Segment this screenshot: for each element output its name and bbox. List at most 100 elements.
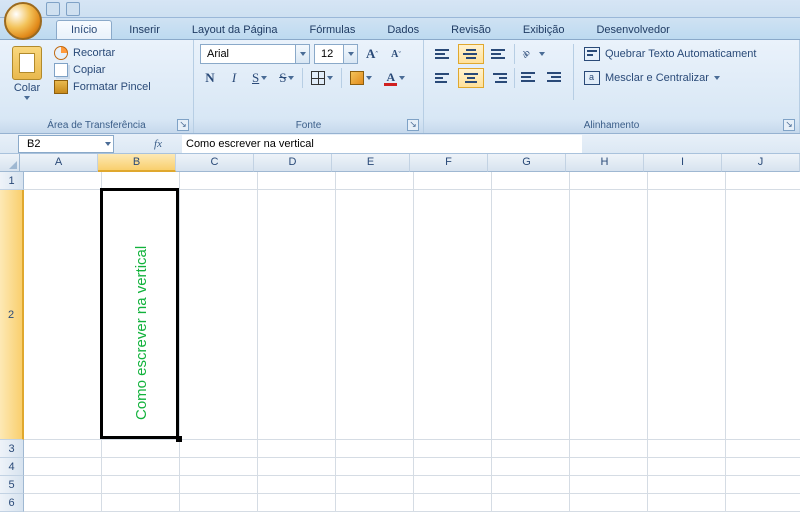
cell[interactable] xyxy=(24,190,102,440)
cell[interactable] xyxy=(258,476,336,494)
cell[interactable] xyxy=(336,172,414,190)
cell[interactable] xyxy=(492,494,570,512)
tab-layout-da-p-gina[interactable]: Layout da Página xyxy=(177,20,293,39)
column-header[interactable]: E xyxy=(332,154,410,172)
cell[interactable] xyxy=(414,190,492,440)
cell[interactable] xyxy=(648,476,726,494)
cell[interactable] xyxy=(258,458,336,476)
cell[interactable] xyxy=(180,476,258,494)
row-header[interactable]: 6 xyxy=(0,494,24,512)
shrink-font-button[interactable]: Aˇ xyxy=(386,44,406,64)
underline-button[interactable]: S xyxy=(248,68,271,88)
align-right-button[interactable] xyxy=(486,68,512,88)
cell[interactable] xyxy=(648,172,726,190)
font-color-button[interactable]: A xyxy=(380,68,409,88)
cell[interactable] xyxy=(492,172,570,190)
column-header[interactable]: G xyxy=(488,154,566,172)
align-top-button[interactable] xyxy=(430,44,456,64)
clipboard-launcher[interactable]: ↘ xyxy=(177,119,189,131)
increase-indent-button[interactable] xyxy=(543,68,567,88)
cell[interactable] xyxy=(492,190,570,440)
fill-color-button[interactable] xyxy=(346,68,376,88)
cell[interactable] xyxy=(570,172,648,190)
cell[interactable] xyxy=(570,458,648,476)
cell[interactable] xyxy=(648,440,726,458)
cell[interactable] xyxy=(336,190,414,440)
cell[interactable] xyxy=(258,440,336,458)
cell[interactable] xyxy=(336,494,414,512)
cell[interactable] xyxy=(414,494,492,512)
cell[interactable] xyxy=(570,494,648,512)
paste-button[interactable]: Colar xyxy=(6,44,48,100)
font-size-combo[interactable]: 12 xyxy=(314,44,358,64)
formula-input[interactable] xyxy=(182,135,582,153)
cell[interactable] xyxy=(648,494,726,512)
column-header[interactable]: C xyxy=(176,154,254,172)
column-header[interactable]: B xyxy=(98,154,176,172)
cell[interactable] xyxy=(648,458,726,476)
cell[interactable] xyxy=(180,172,258,190)
cell[interactable] xyxy=(414,440,492,458)
select-all-corner[interactable] xyxy=(0,154,20,172)
cell[interactable] xyxy=(648,190,726,440)
qat-undo-icon[interactable] xyxy=(66,2,80,16)
decrease-indent-button[interactable] xyxy=(517,68,541,88)
cell[interactable] xyxy=(726,190,800,440)
cell[interactable] xyxy=(414,458,492,476)
cell[interactable] xyxy=(102,494,180,512)
align-middle-button[interactable] xyxy=(458,44,484,64)
align-center-button[interactable] xyxy=(458,68,484,88)
alignment-launcher[interactable]: ↘ xyxy=(783,119,795,131)
cell[interactable] xyxy=(180,440,258,458)
column-header[interactable]: H xyxy=(566,154,644,172)
copy-button[interactable]: Copiar xyxy=(54,63,151,77)
cell[interactable] xyxy=(726,494,800,512)
cell[interactable] xyxy=(258,190,336,440)
cell[interactable] xyxy=(180,494,258,512)
cell[interactable] xyxy=(24,458,102,476)
cell[interactable] xyxy=(102,440,180,458)
orientation-button[interactable] xyxy=(517,44,549,64)
cell[interactable] xyxy=(258,494,336,512)
tab-in-cio[interactable]: Início xyxy=(56,20,112,39)
cell[interactable] xyxy=(726,476,800,494)
row-header[interactable]: 4 xyxy=(0,458,24,476)
office-button[interactable] xyxy=(4,2,42,40)
cell[interactable] xyxy=(336,476,414,494)
column-header[interactable]: A xyxy=(20,154,98,172)
tab-f-rmulas[interactable]: Fórmulas xyxy=(295,20,371,39)
grow-font-button[interactable]: Aˆ xyxy=(362,44,382,64)
column-header[interactable]: I xyxy=(644,154,722,172)
cell[interactable] xyxy=(24,476,102,494)
align-left-button[interactable] xyxy=(430,68,456,88)
cell[interactable] xyxy=(726,172,800,190)
fx-button[interactable]: fx xyxy=(142,138,174,150)
tab-inserir[interactable]: Inserir xyxy=(114,20,175,39)
cell[interactable] xyxy=(336,458,414,476)
tab-revis-o[interactable]: Revisão xyxy=(436,20,506,39)
cell[interactable] xyxy=(102,476,180,494)
cell[interactable] xyxy=(492,458,570,476)
cell[interactable] xyxy=(570,190,648,440)
font-name-combo[interactable]: Arial xyxy=(200,44,310,64)
column-header[interactable]: J xyxy=(722,154,800,172)
qat-save-icon[interactable] xyxy=(46,2,60,16)
row-header[interactable]: 3 xyxy=(0,440,24,458)
cell[interactable] xyxy=(24,172,102,190)
cell[interactable] xyxy=(570,440,648,458)
cell[interactable] xyxy=(570,476,648,494)
cell[interactable] xyxy=(414,172,492,190)
cell[interactable] xyxy=(414,476,492,494)
merge-center-button[interactable]: Mesclar e Centralizar xyxy=(580,68,760,88)
cell[interactable] xyxy=(726,458,800,476)
cell[interactable] xyxy=(24,440,102,458)
column-header[interactable]: F xyxy=(410,154,488,172)
cell[interactable] xyxy=(180,190,258,440)
bold-button[interactable]: N xyxy=(200,68,220,88)
cell-grid[interactable]: Como escrever na vertical xyxy=(24,172,800,518)
format-painter-button[interactable]: Formatar Pincel xyxy=(54,80,151,94)
cell[interactable] xyxy=(336,440,414,458)
row-header[interactable]: 5 xyxy=(0,476,24,494)
cut-button[interactable]: Recortar xyxy=(54,46,151,60)
fill-handle[interactable] xyxy=(176,436,182,442)
